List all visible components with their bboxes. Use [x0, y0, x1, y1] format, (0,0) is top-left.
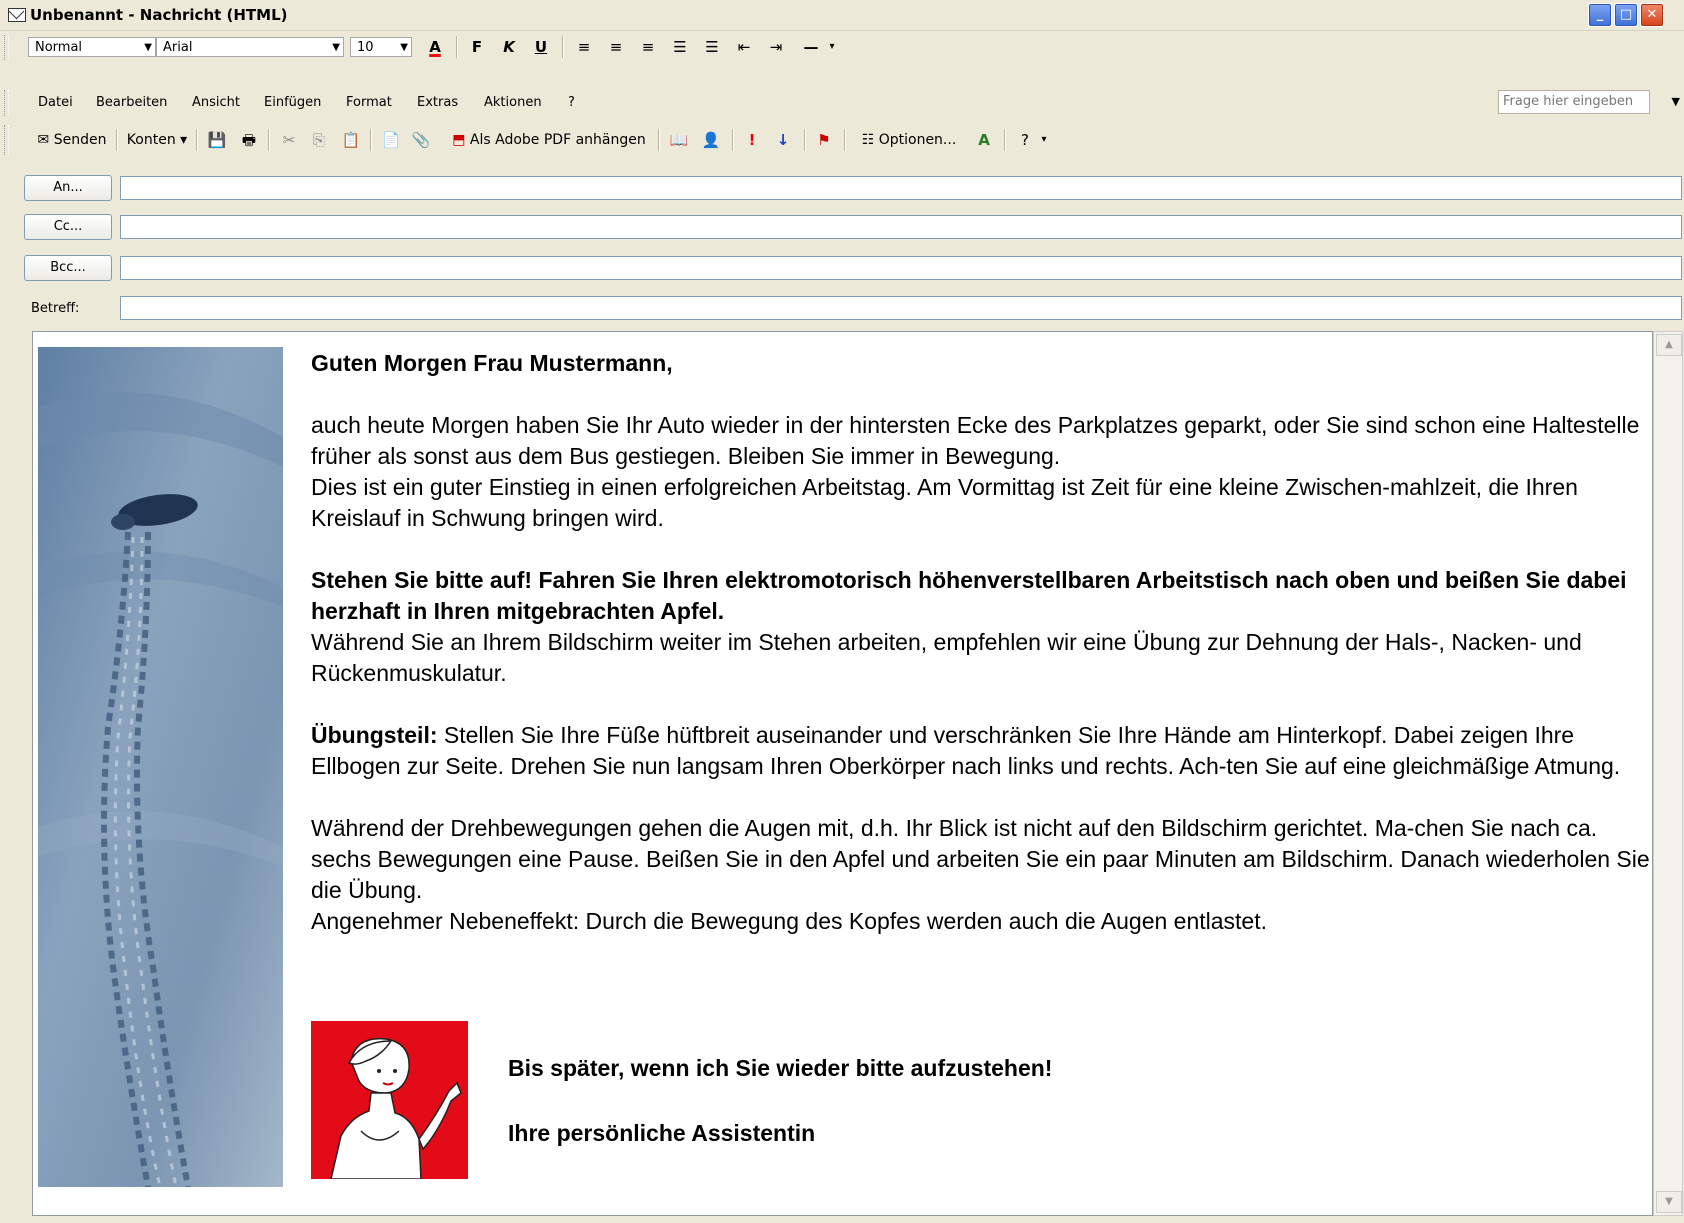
menu-help[interactable]: ? — [568, 93, 575, 113]
menu-bar: Datei Bearbeiten Ansicht Einfügen Format… — [0, 86, 1684, 120]
envelope-icon — [8, 8, 26, 22]
pdf-icon: ⬒ — [452, 132, 466, 148]
align-left-icon[interactable]: ≡ — [572, 35, 596, 59]
help-icon[interactable]: ? — [1014, 128, 1036, 152]
send-icon: ✉ — [37, 132, 50, 148]
menu-extras[interactable]: Extras — [417, 93, 458, 113]
paste-icon[interactable]: 📋 — [340, 128, 362, 152]
save-icon[interactable]: 💾 — [206, 128, 228, 152]
low-importance-icon[interactable]: ↓ — [774, 128, 792, 152]
font-size-select[interactable]: 10 ▼ — [350, 37, 412, 57]
menu-grip[interactable] — [4, 90, 9, 116]
standard-toolbar: ✉ Senden Konten ▾ 💾 🖶 ✂ ⎘ 📋 📄 📎 ⬒ Als Ad… — [0, 121, 1684, 159]
increase-indent-icon[interactable]: ⇥ — [764, 35, 788, 59]
cc-button[interactable]: Cc... — [24, 214, 112, 240]
options-button[interactable]: ☷ Optionen... — [854, 128, 964, 152]
chevron-down-icon: ▼ — [400, 42, 408, 53]
to-field[interactable] — [120, 176, 1682, 200]
bcc-field[interactable] — [120, 256, 1682, 280]
minimize-button[interactable]: _ — [1588, 3, 1612, 27]
print-icon[interactable]: 🖶 — [238, 128, 260, 152]
horizontal-line-icon[interactable]: — — [796, 35, 826, 59]
align-right-icon[interactable]: ≡ — [636, 35, 660, 59]
format-text-icon[interactable]: A — [972, 128, 996, 152]
toolbar-options-icon[interactable]: ▾ — [1038, 128, 1050, 152]
exercise-paragraph: Übungsteil: Stellen Sie Ihre Füße hüftbr… — [311, 720, 1651, 782]
assistant-illustration — [311, 1021, 468, 1179]
font-color-icon[interactable]: A — [422, 35, 448, 59]
paragraph-2: Dies ist ein guter Einstieg in einen erf… — [311, 474, 1578, 531]
numbered-list-icon[interactable]: ☰ — [668, 35, 692, 59]
paragraph-3: Während Sie an Ihrem Bildschirm weiter i… — [311, 629, 1582, 686]
options-icon: ☷ — [861, 132, 875, 148]
subject-field[interactable] — [120, 296, 1682, 320]
toolbar-grip[interactable] — [4, 125, 9, 155]
maximize-button[interactable]: □ — [1614, 3, 1638, 27]
copy-icon[interactable]: ⎘ — [308, 128, 330, 152]
menu-einfuegen[interactable]: Einfügen — [264, 93, 321, 113]
scroll-down-icon[interactable]: ▼ — [1656, 1191, 1682, 1213]
close-button[interactable]: ✕ — [1640, 3, 1664, 27]
title-bar: Unbenannt - Nachricht (HTML) _ □ ✕ — [0, 0, 1684, 31]
closing-line-1: Bis später, wenn ich Sie wieder bitte au… — [508, 1055, 1053, 1081]
vertical-scrollbar[interactable]: ▲ ▼ — [1653, 331, 1683, 1216]
menu-datei[interactable]: Datei — [38, 93, 73, 113]
check-names-icon[interactable]: 👤 — [698, 128, 724, 152]
window-title: Unbenannt - Nachricht (HTML) — [30, 6, 288, 24]
menu-bearbeiten[interactable]: Bearbeiten — [96, 93, 167, 113]
toolbar-options-icon[interactable]: ▾ — [826, 35, 838, 59]
message-text: Guten Morgen Frau Mustermann, auch heute… — [311, 348, 1651, 937]
bold-instruction: Stehen Sie bitte auf! Fahren Sie Ihren e… — [311, 567, 1627, 624]
question-input[interactable]: Frage hier eingeben — [1498, 90, 1650, 114]
exercise-text: Stellen Sie Ihre Füße hüftbreit auseinan… — [311, 722, 1621, 779]
chevron-down-icon: ▼ — [332, 42, 340, 53]
send-button[interactable]: ✉ Senden — [32, 128, 112, 152]
flag-icon[interactable]: ⚑ — [814, 128, 834, 152]
formatting-toolbar: Normal ▼ Arial ▼ 10 ▼ A F K U ≡ ≡ ≡ ☰ ☰ ⇤ ⇥… — [0, 31, 1684, 64]
paragraph-4: Während der Drehbewegungen gehen die Aug… — [311, 815, 1650, 903]
accounts-button[interactable]: Konten ▾ — [124, 128, 190, 152]
attach-pdf-button[interactable]: ⬒ Als Adobe PDF anhängen — [444, 128, 654, 152]
menu-aktionen[interactable]: Aktionen — [484, 93, 542, 113]
insert-file-icon[interactable]: 📄 — [380, 128, 402, 152]
paragraph-1: auch heute Morgen haben Sie Ihr Auto wie… — [311, 412, 1640, 469]
toolbar-grip[interactable] — [4, 35, 9, 60]
menu-ansicht[interactable]: Ansicht — [192, 93, 240, 113]
cut-icon[interactable]: ✂ — [278, 128, 300, 152]
paperclip-icon[interactable]: 📎 — [410, 128, 432, 152]
bullet-list-icon[interactable]: ☰ — [700, 35, 724, 59]
font-select[interactable]: Arial ▼ — [156, 37, 344, 57]
underline-button[interactable]: U — [529, 35, 553, 59]
cc-field[interactable] — [120, 215, 1682, 239]
paragraph-5: Angenehmer Nebeneffekt: Durch die Bewegu… — [311, 908, 1268, 934]
decrease-indent-icon[interactable]: ⇤ — [732, 35, 756, 59]
italic-button[interactable]: K — [497, 35, 521, 59]
chevron-down-icon[interactable]: ▼ — [1672, 95, 1680, 108]
to-button[interactable]: An... — [24, 175, 112, 201]
closing-line-2: Ihre persönliche Assistentin — [508, 1120, 816, 1146]
bcc-button[interactable]: Bcc... — [24, 255, 112, 281]
beach-turtle-photo — [38, 347, 283, 1187]
exercise-label: Übungsteil: — [311, 722, 438, 748]
menu-format[interactable]: Format — [346, 93, 392, 113]
style-select[interactable]: Normal ▼ — [28, 37, 156, 57]
align-center-icon[interactable]: ≡ — [604, 35, 628, 59]
greeting: Guten Morgen Frau Mustermann, — [311, 350, 673, 376]
chevron-down-icon: ▼ — [144, 42, 152, 53]
subject-label: Betreff: — [31, 301, 80, 316]
address-book-icon[interactable]: 📖 — [668, 128, 690, 152]
scroll-up-icon[interactable]: ▲ — [1656, 334, 1682, 356]
bold-button[interactable]: F — [465, 35, 489, 59]
high-importance-icon[interactable]: ! — [744, 128, 760, 152]
